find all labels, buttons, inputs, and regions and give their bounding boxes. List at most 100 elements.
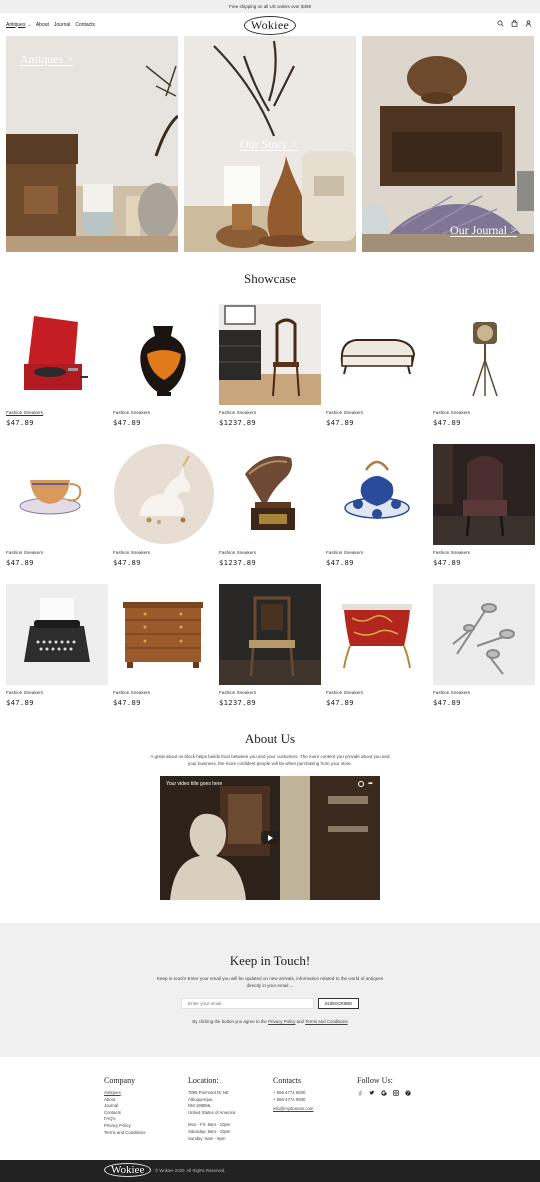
- nav-contacts[interactable]: Contacts: [75, 22, 95, 28]
- hero-journal[interactable]: Our Journal >: [362, 36, 534, 252]
- share-icon[interactable]: ➦: [368, 780, 373, 787]
- product-card[interactable]: Fashion Sneakers $47.89: [433, 304, 535, 427]
- search-icon[interactable]: [497, 20, 504, 27]
- facebook-icon[interactable]: [357, 1090, 363, 1097]
- product-name[interactable]: Fashion Sneakers: [219, 410, 321, 415]
- footer-link-privacy[interactable]: Privacy Policy: [104, 1123, 146, 1130]
- product-name[interactable]: Fashion Sneakers: [326, 550, 428, 555]
- email-link[interactable]: info@mydomain.com: [273, 1106, 313, 1113]
- product-name[interactable]: Fashion Sneakers: [113, 550, 215, 555]
- product-card[interactable]: Fashion Sneakers $47.89: [326, 304, 428, 427]
- product-card[interactable]: Fashion Sneakers $47.89: [6, 444, 108, 567]
- chevron-down-icon[interactable]: ⌄: [27, 22, 30, 27]
- product-price: $1237.89: [219, 418, 257, 427]
- email-field[interactable]: [181, 998, 314, 1009]
- product-card[interactable]: Fashion Sneakers $47.89: [326, 584, 428, 707]
- product-card[interactable]: Fashion Sneakers $47.89: [113, 584, 215, 707]
- video-title[interactable]: Your video title goes here: [166, 781, 222, 787]
- product-card[interactable]: Fashion Sneakers $1237.89: [219, 584, 321, 707]
- privacy-policy-link[interactable]: Privacy Policy: [268, 1019, 295, 1024]
- consent-prefix: By clicking the button you agree to the: [192, 1019, 267, 1024]
- product-image[interactable]: [113, 304, 215, 405]
- footer-follow-title: Follow Us:: [357, 1076, 393, 1085]
- product-image[interactable]: [6, 584, 108, 685]
- nav-about[interactable]: About: [36, 22, 49, 28]
- user-icon[interactable]: [525, 20, 532, 27]
- product-name[interactable]: Fashion Sneakers: [326, 690, 428, 695]
- product-image[interactable]: [433, 584, 535, 685]
- product-name[interactable]: Fashion Sneakers: [433, 690, 535, 695]
- hours-line: Mon - Fri: 9am - 10pm: [188, 1122, 231, 1128]
- footer-link-contacts[interactable]: Contacts: [104, 1110, 146, 1117]
- site-header: Antiques ⌄ About Journal Contacts Wokiee: [0, 13, 540, 36]
- product-name[interactable]: Fashion Sneakers: [326, 410, 428, 415]
- announcement-bar: Free shipping on all US orders over $499: [0, 0, 540, 13]
- product-card[interactable]: Fashion Sneakers $47.89: [113, 304, 215, 427]
- footer-location: Location: 7895 Piermont Dr NE Albuquerqu…: [188, 1076, 235, 1142]
- product-card[interactable]: Fashion Sneakers $47.89: [6, 304, 108, 427]
- footer-link-journal[interactable]: Journal: [104, 1103, 146, 1110]
- product-card[interactable]: Fashion Sneakers $47.89: [433, 444, 535, 567]
- google-icon[interactable]: [381, 1090, 387, 1096]
- product-name[interactable]: Fashion Sneakers: [6, 690, 108, 695]
- play-icon[interactable]: [261, 831, 279, 844]
- footer-link-faqs[interactable]: FAQ's: [104, 1116, 146, 1123]
- product-image[interactable]: [433, 304, 535, 405]
- instagram-icon[interactable]: [393, 1090, 399, 1096]
- clock-icon[interactable]: [358, 781, 364, 787]
- product-card[interactable]: Fashion Sneakers $47.89: [433, 584, 535, 707]
- product-name[interactable]: Fashion Sneakers: [6, 410, 108, 415]
- product-price: $1237.89: [219, 558, 257, 567]
- newsletter-title: Keep in Touch!: [229, 953, 311, 968]
- product-card[interactable]: Fashion Sneakers $47.89: [6, 584, 108, 707]
- product-name[interactable]: Fashion Sneakers: [113, 410, 215, 415]
- product-name[interactable]: Fashion Sneakers: [6, 550, 108, 555]
- product-name[interactable]: Fashion Sneakers: [113, 690, 215, 695]
- footer-link-about[interactable]: About: [104, 1097, 146, 1104]
- footer-follow: Follow Us:: [357, 1076, 411, 1097]
- product-price: $47.89: [326, 558, 354, 567]
- phone-link[interactable]: + 566 4774 9930: [273, 1097, 313, 1104]
- nav-journal[interactable]: Journal: [54, 22, 70, 28]
- pinterest-icon[interactable]: [405, 1090, 411, 1096]
- hero-antiques[interactable]: Antiques >: [6, 36, 178, 252]
- hero-story[interactable]: Our Story >: [184, 36, 356, 252]
- product-name[interactable]: Fashion Sneakers: [433, 550, 535, 555]
- product-image[interactable]: [113, 444, 215, 545]
- hours-line: Sunday: 9am - 8pm: [188, 1135, 226, 1141]
- product-image[interactable]: [219, 584, 321, 685]
- product-image[interactable]: [326, 444, 428, 545]
- product-card[interactable]: Fashion Sneakers $47.89: [113, 444, 215, 567]
- product-image[interactable]: [326, 304, 428, 405]
- footer-link-terms[interactable]: Terms and Conditions: [104, 1130, 146, 1137]
- nav-antiques[interactable]: Antiques: [6, 22, 25, 28]
- site-logo[interactable]: Wokiee: [243, 16, 297, 35]
- bag-icon[interactable]: [511, 20, 518, 27]
- product-price: $47.89: [433, 418, 461, 427]
- product-name[interactable]: Fashion Sneakers: [219, 550, 321, 555]
- product-name[interactable]: Fashion Sneakers: [433, 410, 535, 415]
- product-image[interactable]: [219, 444, 321, 545]
- footer-link-antiques[interactable]: Antiques: [104, 1090, 146, 1097]
- product-card[interactable]: Fashion Sneakers $47.89: [326, 444, 428, 567]
- video-player[interactable]: Your video title goes here ➦: [160, 776, 380, 900]
- product-image[interactable]: [219, 304, 321, 405]
- hero-antiques-link[interactable]: Antiques >: [20, 52, 73, 67]
- hero-story-link[interactable]: Our Story >: [240, 137, 297, 152]
- product-card[interactable]: Fashion Sneakers $1237.89: [219, 304, 321, 427]
- hero-journal-link[interactable]: Our Journal >: [450, 223, 517, 238]
- address-line: 7895 Piermont Dr NE: [188, 1090, 229, 1095]
- product-image[interactable]: [433, 444, 535, 545]
- phone-link[interactable]: + 566 4774 9930: [273, 1090, 313, 1097]
- footer-contacts-title: Contacts: [273, 1076, 301, 1085]
- product-image[interactable]: [6, 444, 108, 545]
- terms-link[interactable]: Terms and Conditions: [305, 1019, 347, 1024]
- product-image[interactable]: [326, 584, 428, 685]
- product-image[interactable]: [113, 584, 215, 685]
- footer-logo[interactable]: Wokiee: [104, 1163, 152, 1177]
- product-image[interactable]: [6, 304, 108, 405]
- product-name[interactable]: Fashion Sneakers: [219, 690, 321, 695]
- twitter-icon[interactable]: [369, 1090, 375, 1096]
- product-card[interactable]: Fashion Sneakers $1237.89: [219, 444, 321, 567]
- subscribe-button[interactable]: SUBSCRIBE!: [318, 998, 359, 1009]
